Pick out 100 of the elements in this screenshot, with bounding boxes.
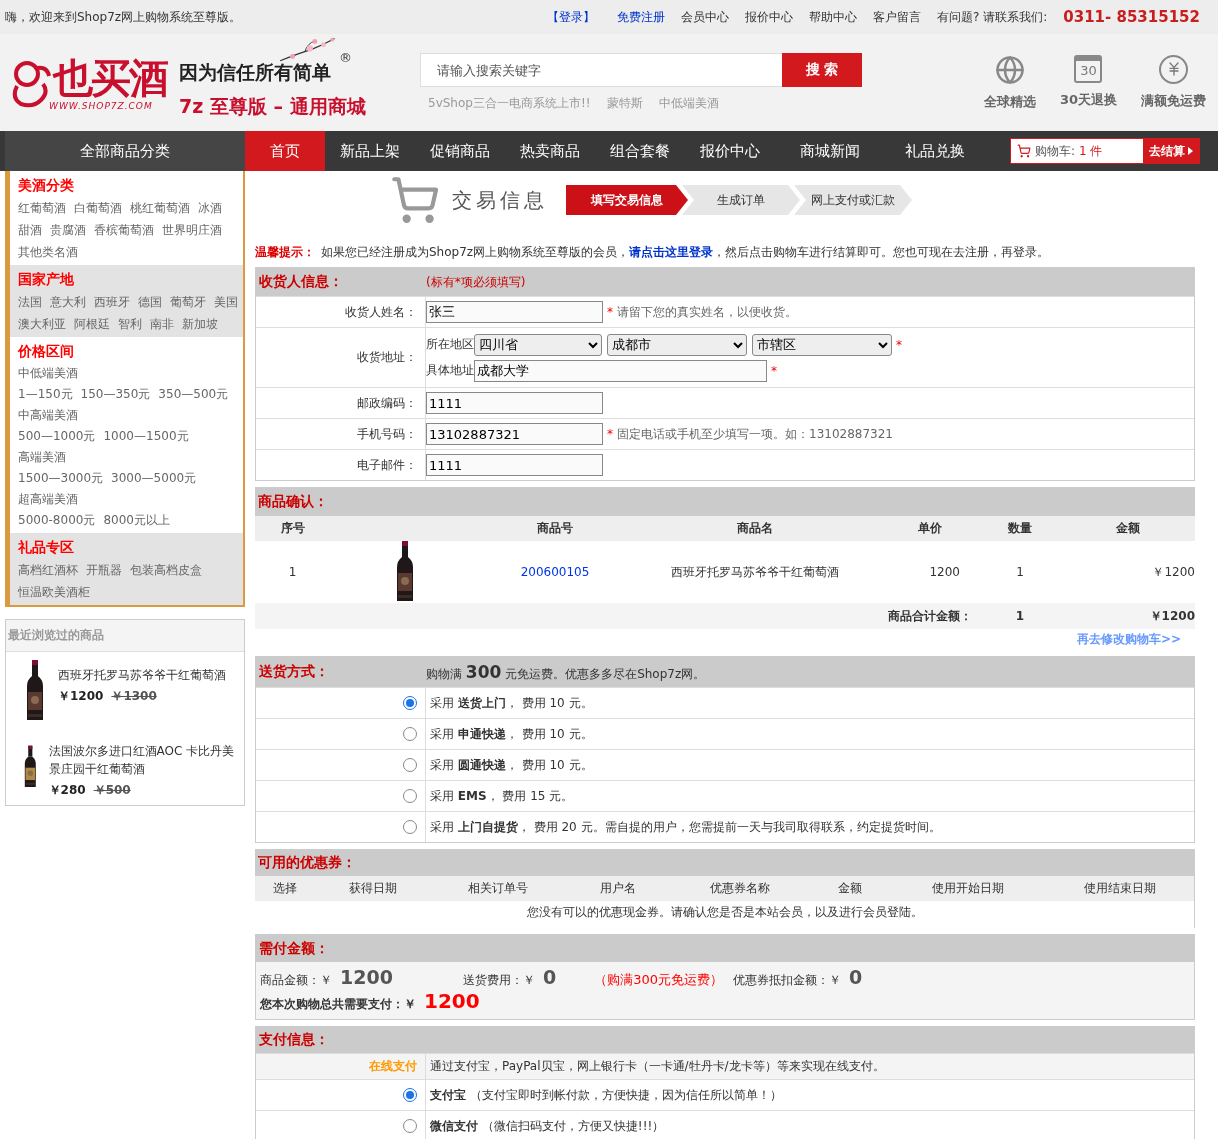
category-link[interactable]: 350—500元 (158, 383, 229, 405)
column-header: 单价 (917, 520, 943, 537)
top-link[interactable]: 客户留言 (873, 8, 922, 26)
category-link[interactable]: 高档红酒杯 (18, 559, 78, 581)
checkout-button[interactable]: 去结算 (1143, 139, 1199, 163)
category-link[interactable]: 桃红葡萄酒 (130, 197, 190, 219)
text-field[interactable]: 13102887321 (426, 423, 603, 445)
category-link[interactable]: 贵腐酒 (50, 219, 86, 241)
nav-item[interactable]: 礼品兑换 (885, 131, 985, 171)
registered-mark: ® (339, 49, 352, 65)
category-link[interactable]: 新加坡 (182, 313, 218, 335)
category-link[interactable]: 香槟葡萄酒 (94, 219, 154, 241)
text-field[interactable]: 1111 (426, 392, 603, 414)
price-group-label: 超高端美酒 (18, 491, 79, 508)
nav-item[interactable]: 新品上架 (325, 131, 415, 171)
product-code-link[interactable]: 200600105 (480, 565, 630, 579)
top-link[interactable]: 会员中心 (681, 8, 730, 26)
step-tab[interactable]: 生成订单 (682, 185, 800, 215)
category-link[interactable]: 3000—5000元 (111, 467, 197, 489)
category-link[interactable]: 1500—3000元 (18, 467, 104, 489)
category-link[interactable]: 南非 (150, 313, 174, 335)
top-link[interactable]: 【登录】 (547, 8, 596, 26)
category-link[interactable]: 美国 (214, 291, 238, 313)
top-link[interactable]: 免费注册 (617, 8, 666, 26)
category-link[interactable]: 澳大利亚 (18, 313, 66, 335)
welcome-text: 嗨，欢迎来到Shop7z网上购物系统至尊版。 (5, 8, 242, 26)
category-link[interactable]: 150—350元 (80, 383, 151, 405)
region-select[interactable]: 市辖区 (752, 333, 892, 356)
category-link[interactable]: 5000-8000元 (18, 509, 96, 531)
text-field[interactable]: 1111 (426, 454, 603, 476)
payment-radio[interactable] (403, 1119, 417, 1133)
feature-label: 满额免运费 (1141, 91, 1206, 110)
payment-option: 支付宝 （支付宝即时到帐付款，方便快捷，因为信任所以简单！） (430, 1086, 1194, 1104)
payment-option: 微信支付 （微信扫码支付，方便又快捷!!!） (430, 1117, 1194, 1135)
delivery-option: 采用 送货上门， 费用 10 元。 (430, 694, 1194, 712)
cart-link[interactable]: 购物车: 1 件 (1011, 142, 1143, 160)
section-title: 支付信息： (258, 1031, 330, 1049)
yen-icon (1159, 54, 1188, 84)
field-hint: 固定电话或手机至少填写一项。如：13102887321 (617, 425, 893, 443)
required-mark: * (607, 305, 613, 319)
category-link[interactable]: 阿根廷 (74, 313, 110, 335)
address-field[interactable]: 成都大学 (474, 359, 767, 382)
column-header: 相关订单号 (466, 880, 529, 897)
delivery-radio[interactable] (403, 696, 417, 710)
delivery-radio[interactable] (403, 789, 417, 803)
category-link[interactable]: 1—150元 (18, 383, 73, 405)
nav-item[interactable]: 报价中心 (685, 131, 775, 171)
category-link[interactable]: 红葡萄酒 (18, 197, 66, 219)
phone-number: 0311- 85315152 (1063, 8, 1200, 26)
region-select[interactable]: 成都市 (607, 333, 747, 356)
category-link[interactable]: 开瓶器 (86, 559, 122, 581)
category-link[interactable]: 包装高档皮盒 (130, 559, 202, 581)
price-group-label: 中高端美酒 (18, 407, 79, 424)
step-tab[interactable]: 网上支付或汇款 (794, 185, 912, 215)
nav-item[interactable]: 首页 (245, 131, 325, 171)
category-title: 国家产地 (18, 271, 75, 289)
column-header: 优惠券名称 (709, 880, 771, 897)
category-link[interactable]: 葡萄牙 (170, 291, 206, 313)
region-select[interactable]: 四川省 (474, 333, 602, 356)
payment-radio[interactable] (403, 1088, 417, 1102)
total-amount: ￥1200 (1148, 607, 1195, 625)
category-link[interactable]: 意大利 (50, 291, 86, 313)
column-header: 序号 (279, 520, 306, 537)
all-categories-menu[interactable]: 全部商品分类 (5, 131, 245, 171)
text-field[interactable]: 张三 (426, 301, 603, 323)
category-link[interactable]: 德国 (138, 291, 162, 313)
nav-item[interactable]: 促销商品 (415, 131, 505, 171)
category-link[interactable]: 智利 (118, 313, 142, 335)
category-link[interactable]: 8000元以上 (103, 509, 170, 531)
login-link[interactable]: 请点击这里登录 (629, 245, 714, 259)
category-link[interactable]: 1000—1500元 (103, 425, 189, 447)
category-link[interactable]: 白葡萄酒 (74, 197, 122, 219)
delivery-radio[interactable] (403, 727, 417, 741)
column-header: 商品名 (736, 520, 774, 537)
column-header: 选择 (272, 880, 298, 897)
goods-amount: 1200 (340, 966, 393, 988)
category-link[interactable]: 其他类名酒 (18, 241, 78, 263)
category-link[interactable]: 恒温欧美酒柜 (18, 581, 90, 603)
delivery-option: 采用 圆通快递， 费用 10 元。 (430, 756, 1194, 774)
delivery-radio[interactable] (403, 820, 417, 834)
category-link[interactable]: 500—1000元 (18, 425, 96, 447)
nav-item[interactable]: 热卖商品 (505, 131, 595, 171)
product-link[interactable]: 法国波尔多进口红酒AOC 卡比丹美景庄园干红葡萄酒 (48, 742, 242, 778)
logo-text: 也买酒 (53, 54, 167, 101)
top-link[interactable]: 帮助中心 (809, 8, 858, 26)
search-field[interactable]: 请输入搜索关键字 (420, 53, 782, 87)
step-tab[interactable]: 填写交易信息 (566, 185, 688, 215)
nav-item[interactable]: 组合套餐 (595, 131, 685, 171)
category-link[interactable]: 冰酒 (198, 197, 222, 219)
top-link[interactable]: 报价中心 (745, 8, 794, 26)
category-link[interactable]: 法国 (18, 291, 42, 313)
delivery-option: 采用 EMS， 费用 15 元。 (430, 787, 1194, 805)
category-link[interactable]: 世界明庄酒 (162, 219, 222, 241)
search-button[interactable]: 搜 索 (782, 53, 862, 87)
category-link[interactable]: 甜酒 (18, 219, 42, 241)
category-link[interactable]: 西班牙 (94, 291, 130, 313)
region-label: 所在地区 (426, 336, 474, 353)
product-link[interactable]: 西班牙托罗马苏爷爷干红葡萄酒 (58, 666, 226, 684)
delivery-radio[interactable] (403, 758, 417, 772)
nav-item[interactable]: 商城新闻 (775, 131, 885, 171)
